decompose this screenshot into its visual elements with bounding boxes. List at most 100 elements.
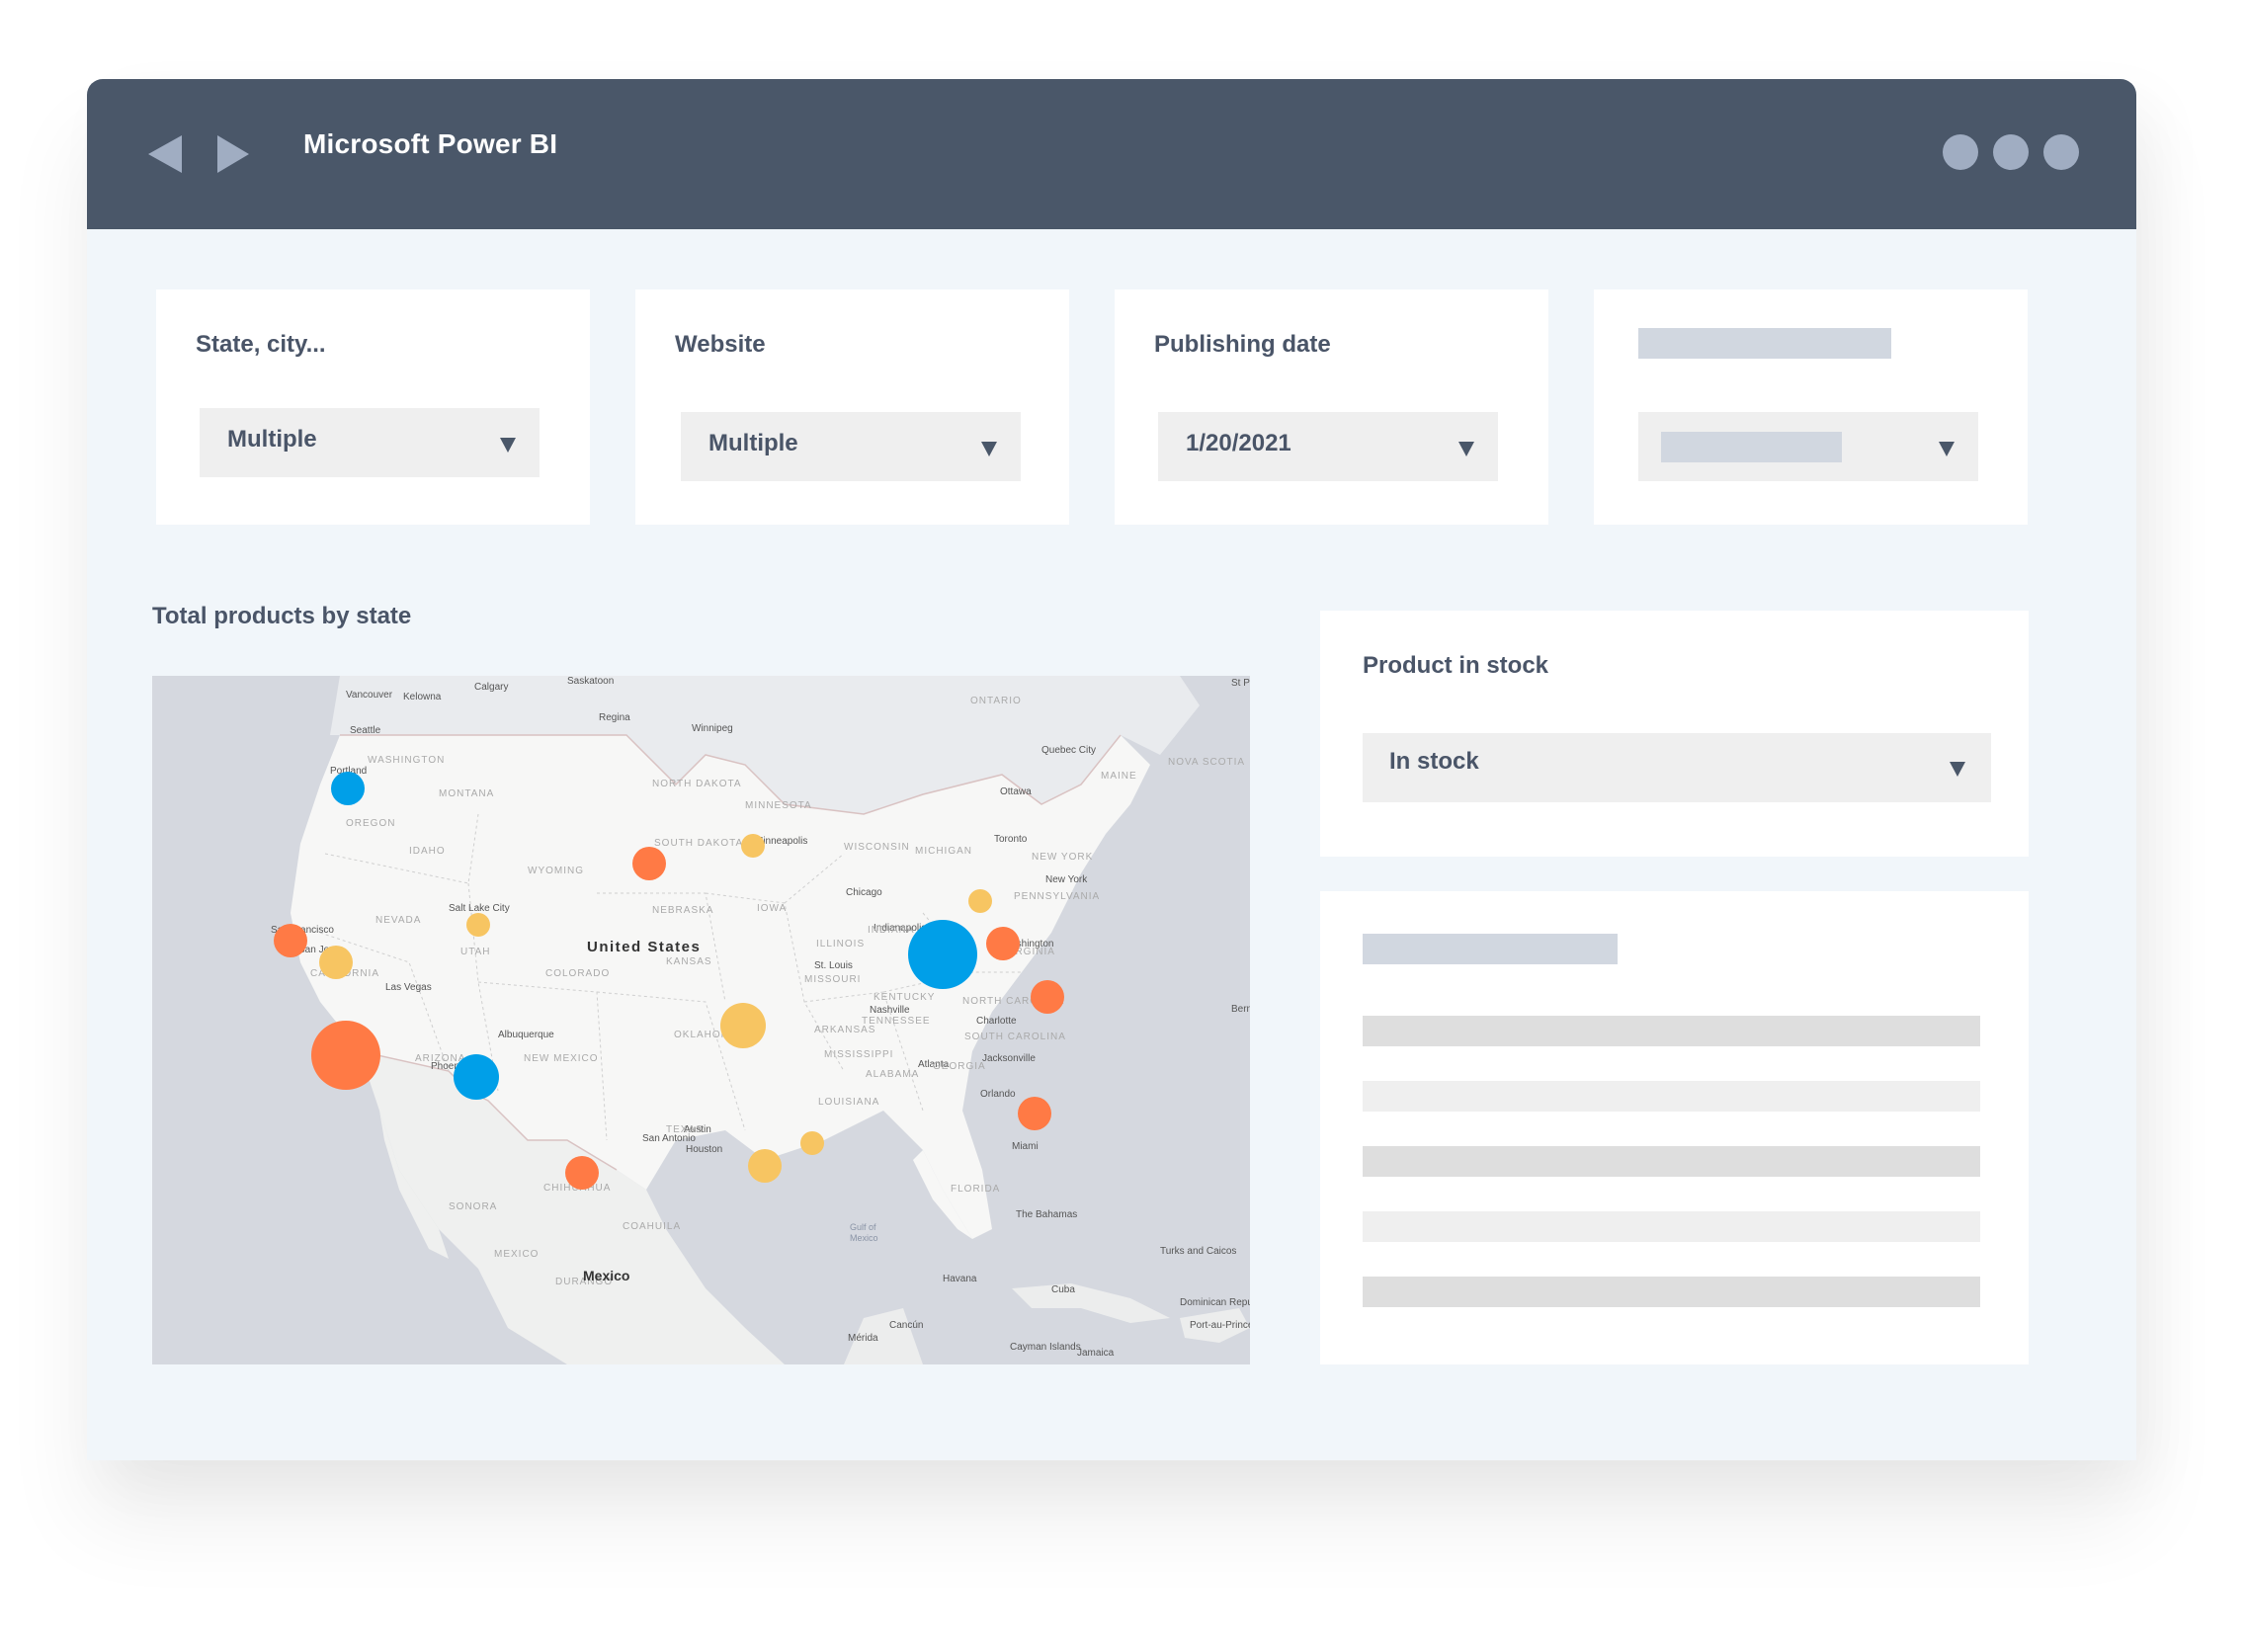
svg-text:Toronto: Toronto <box>994 834 1028 845</box>
dropdown-value: Multiple <box>227 426 317 453</box>
svg-text:The Bahamas: The Bahamas <box>1016 1209 1077 1220</box>
cuba-land <box>1012 1283 1170 1323</box>
svg-text:MISSISSIPPI: MISSISSIPPI <box>824 1049 893 1060</box>
svg-text:Quebec City: Quebec City <box>1041 745 1096 756</box>
state-city-dropdown[interactable]: Multiple <box>200 408 540 477</box>
svg-text:Chicago: Chicago <box>846 887 882 898</box>
svg-text:NEVADA: NEVADA <box>375 915 421 926</box>
map-bubble-houston[interactable] <box>748 1149 782 1183</box>
svg-text:SONORA: SONORA <box>449 1201 497 1212</box>
map-bubble-los-angeles[interactable] <box>311 1021 380 1090</box>
forward-arrow-icon[interactable] <box>215 135 251 173</box>
filter-label: Publishing date <box>1154 331 1331 358</box>
svg-text:WYOMING: WYOMING <box>528 866 584 876</box>
svg-text:OREGON: OREGON <box>346 818 395 829</box>
svg-text:Saskatoon: Saskatoon <box>567 676 614 687</box>
svg-text:Regina: Regina <box>599 712 630 723</box>
placeholder-label-bar <box>1638 328 1891 359</box>
filter-card-placeholder <box>1594 289 2028 525</box>
placeholder-row <box>1363 1081 1980 1112</box>
svg-text:LOUISIANA: LOUISIANA <box>818 1097 879 1108</box>
map-bubble-oklahoma[interactable] <box>720 1003 766 1048</box>
svg-text:Houston: Houston <box>686 1144 722 1155</box>
svg-text:Cuba: Cuba <box>1051 1284 1075 1295</box>
svg-text:FLORIDA: FLORIDA <box>951 1184 1000 1195</box>
gulf-label: Gulf of <box>850 1222 876 1232</box>
svg-text:NEBRASKA: NEBRASKA <box>652 905 713 916</box>
map-bubble-minneapolis[interactable] <box>741 834 765 858</box>
app-window: Microsoft Power BI State, city... Multip… <box>87 79 2136 1460</box>
svg-text:Turks and Caicos: Turks and Caicos <box>1160 1246 1236 1257</box>
map-visual[interactable]: Vancouver Kelowna Calgary Saskatoon Regina… <box>152 676 1250 1364</box>
svg-text:WASHINGTON: WASHINGTON <box>368 755 445 766</box>
svg-text:ALABAMA: ALABAMA <box>866 1069 919 1080</box>
stock-label: Product in stock <box>1363 652 1549 679</box>
svg-text:COLORADO: COLORADO <box>545 968 610 979</box>
stock-dropdown[interactable]: In stock <box>1363 733 1991 802</box>
publishing-date-dropdown[interactable]: 1/20/2021 <box>1158 412 1498 481</box>
svg-text:Las Vegas: Las Vegas <box>385 982 432 993</box>
svg-text:Winnipeg: Winnipeg <box>692 723 733 734</box>
gulf-label-2: Mexico <box>850 1233 878 1243</box>
country-label-mexico: Mexico <box>583 1268 629 1283</box>
placeholder-row <box>1363 1211 1980 1242</box>
chevron-down-icon <box>1939 442 1955 456</box>
svg-text:Dominican Republic: Dominican Republic <box>1180 1297 1250 1308</box>
svg-text:NEW YORK: NEW YORK <box>1032 852 1093 863</box>
window-dot[interactable] <box>1943 134 1978 170</box>
svg-text:Calgary: Calgary <box>474 682 508 693</box>
svg-text:NORTH DAKOTA: NORTH DAKOTA <box>652 779 742 789</box>
svg-text:INDIANA: INDIANA <box>868 925 915 936</box>
filter-card-state-city: State, city... Multiple <box>156 289 590 525</box>
svg-text:Jacksonville: Jacksonville <box>982 1053 1036 1064</box>
map-svg: Vancouver Kelowna Calgary Saskatoon Regina… <box>271 676 1250 1364</box>
svg-text:MEXICO: MEXICO <box>494 1249 539 1260</box>
svg-text:SOUTH CAROLINA: SOUTH CAROLINA <box>964 1032 1066 1042</box>
svg-text:UTAH: UTAH <box>460 947 490 957</box>
map-bubble-chihuahua-border[interactable] <box>565 1156 599 1190</box>
filter-card-publishing-date: Publishing date 1/20/2021 <box>1115 289 1548 525</box>
placeholder-row <box>1363 1277 1980 1307</box>
svg-text:GEORGIA: GEORGIA <box>933 1061 986 1072</box>
svg-text:IDAHO: IDAHO <box>409 846 446 857</box>
map-bubble-washington-dc[interactable] <box>986 927 1020 960</box>
map-bubble-louisiana[interactable] <box>800 1131 824 1155</box>
website-dropdown[interactable]: Multiple <box>681 412 1021 481</box>
svg-text:TENNESSEE: TENNESSEE <box>862 1016 931 1027</box>
map-bubble-north-carolina-coast[interactable] <box>1031 980 1064 1014</box>
dropdown-value: In stock <box>1389 748 1479 775</box>
svg-text:Charlotte: Charlotte <box>976 1016 1017 1027</box>
svg-text:Seattle: Seattle <box>350 725 381 736</box>
svg-text:MICHIGAN: MICHIGAN <box>915 846 972 857</box>
map-bubble-san-jose[interactable] <box>319 946 353 979</box>
dropdown-value: Multiple <box>708 430 798 456</box>
svg-text:Ottawa: Ottawa <box>1000 786 1032 797</box>
svg-text:MONTANA: MONTANA <box>439 788 494 799</box>
svg-text:Kelowna: Kelowna <box>403 692 442 702</box>
map-bubble-alabama[interactable] <box>1018 1097 1051 1130</box>
placeholder-value-bar <box>1661 432 1842 462</box>
map-bubble-pennsylvania[interactable] <box>968 889 992 913</box>
map-bubble-salt-lake-city[interactable] <box>466 913 490 937</box>
window-dot[interactable] <box>2043 134 2079 170</box>
filter-card-website: Website Multiple <box>635 289 1069 525</box>
map-bubble-san-francisco[interactable] <box>274 924 307 957</box>
dropdown-value: 1/20/2021 <box>1186 430 1291 456</box>
svg-text:Jamaica: Jamaica <box>1077 1348 1115 1359</box>
map-bubble-south-dakota[interactable] <box>632 847 666 880</box>
svg-text:ILLINOIS: ILLINOIS <box>816 939 865 950</box>
svg-text:COAHUILA: COAHUILA <box>623 1221 681 1232</box>
window-dot[interactable] <box>1993 134 2029 170</box>
map-bubble-phoenix[interactable] <box>454 1054 499 1100</box>
app-title: Microsoft Power BI <box>303 128 558 159</box>
country-label-us: United States <box>587 939 701 955</box>
svg-text:Port-au-Prince: Port-au-Prince <box>1190 1320 1250 1331</box>
map-bubble-portland[interactable] <box>331 772 365 805</box>
more-dots-icon[interactable] <box>1943 134 2079 170</box>
map-bubble-ohio-west-virginia[interactable] <box>908 920 977 989</box>
svg-text:WISCONSIN: WISCONSIN <box>844 842 910 853</box>
svg-text:SOUTH DAKOTA: SOUTH DAKOTA <box>654 838 743 849</box>
back-arrow-icon[interactable] <box>148 135 184 173</box>
placeholder-dropdown[interactable] <box>1638 412 1978 481</box>
chevron-down-icon <box>1950 762 1965 777</box>
